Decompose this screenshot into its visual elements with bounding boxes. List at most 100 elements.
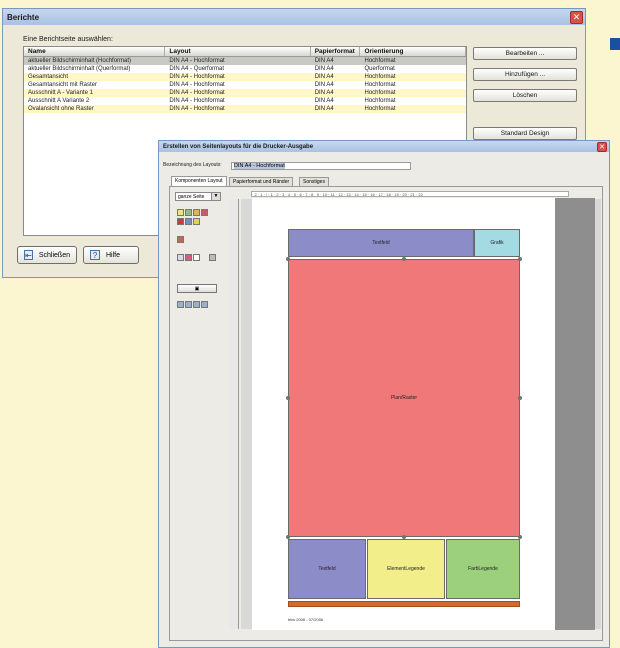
table-row[interactable]: Gesamtansicht DIN A4 - Hochformat DIN A4… [24,73,466,81]
cell-paper: DIN A4 [314,58,334,64]
add-button[interactable]: Hinzufügen ... [473,68,577,81]
table-header: Name Layout Papierformat Orientierung [24,47,466,57]
standard-design-button[interactable]: Standard Design [473,127,577,140]
align-left-icon[interactable] [177,301,184,308]
cell-orientation: Hochformat [364,58,396,64]
plan-tool-icon[interactable] [177,218,184,225]
vertical-ruler [229,199,239,629]
cell-layout: DIN A4 - Hochformat [169,106,225,112]
properties-button[interactable]: ▣ [177,284,217,293]
layout-name-value: DIN A4 - Hochformat [234,163,285,169]
align-bottom-icon[interactable] [201,301,208,308]
cell-name: Ausschnitt A Variante 2 [28,98,90,104]
textfeld-bottom-component[interactable]: Textfeld [288,539,366,599]
tab-misc[interactable]: Sonstiges [299,177,329,186]
delete-tool-icon[interactable] [177,236,184,243]
tab-paper-format[interactable]: Papierformat und Ränder [229,177,294,186]
element-legend-component[interactable]: ElementLegende [367,539,445,599]
cell-paper: DIN A4 [314,82,334,88]
cell-layout: DIN A4 - Hochformat [169,58,225,64]
resize-handle[interactable] [286,396,290,400]
help-button[interactable]: ? Hilfe [83,246,139,264]
footer-text: bkw 2006 - 07/2006 [288,617,324,622]
close-button[interactable]: ⇤ Schließen [17,246,77,264]
chevron-down-icon: ▼ [211,193,220,200]
delete-button[interactable]: Löschen [473,89,577,102]
image-tool-icon[interactable] [185,209,192,216]
resize-handle[interactable] [518,396,522,400]
designer-titlebar: Erstellen von Seitenlayouts für die Druc… [159,141,609,152]
text-tool-icon[interactable] [177,209,184,216]
column-header-layout[interactable]: Layout [165,47,311,56]
column-header-orientation[interactable]: Orientierung [360,47,466,56]
color-legend-tool-icon[interactable] [193,218,200,225]
table-row[interactable]: Ausschnitt A - Variante 1 DIN A4 - Hochf… [24,89,466,97]
select-report-label: Eine Berichtseite auswählen: [23,36,113,43]
window-title: Berichte [7,12,40,22]
cell-orientation: Querformat [364,66,395,72]
resize-handle[interactable] [286,257,290,261]
cell-paper: DIN A4 [314,74,334,80]
align-right-icon[interactable] [185,301,192,308]
copy-tool-icon[interactable] [177,254,184,261]
trash-icon[interactable] [209,254,216,261]
chart-tool-icon[interactable] [193,209,200,216]
cell-name: Gesamtansicht [28,74,69,80]
cell-layout: DIN A4 - Hochformat [169,74,225,80]
footer-bar-component[interactable] [288,601,520,607]
zoom-select[interactable]: ganze Seite ▼ [175,192,221,201]
grafik-component[interactable]: Grafik [474,229,520,257]
cell-orientation: Hochformat [364,98,396,104]
designer-window-title: Erstellen von Seitenlayouts für die Druc… [163,143,314,150]
cell-layout: DIN A4 - Querformat [169,66,225,72]
cell-layout: DIN A4 - Hochformat [169,82,225,88]
zoom-select-value: ganze Seite [178,194,205,200]
close-icon[interactable]: ✕ [570,10,583,24]
table-row[interactable]: Ausschnitt A Variante 2 DIN A4 - Hochfor… [24,97,466,105]
shape-tool-icon[interactable] [201,209,208,216]
help-button-label: Hilfe [106,251,121,259]
edit-button[interactable]: Bearbeiten ... [473,47,577,60]
cell-name: Gesamtansicht mit Raster [28,82,98,88]
background-accent-block [610,38,620,50]
layout-designer-window: Erstellen von Seitenlayouts für die Druc… [158,140,610,648]
column-header-name[interactable]: Name [24,47,166,56]
table-row[interactable]: aktueller Bildschirminhalt (Querformat) … [24,65,466,73]
cell-layout: DIN A4 - Hochformat [169,98,225,104]
layout-name-field[interactable]: DIN A4 - Hochformat [231,162,411,170]
cell-layout: DIN A4 - Hochformat [169,90,225,96]
cell-orientation: Hochformat [364,82,396,88]
exit-icon: ⇤ [24,250,33,260]
layout-name-label: Bezeichnung des Layouts: [163,162,222,168]
resize-handle[interactable] [518,257,522,261]
cell-paper: DIN A4 [314,90,334,96]
cell-name: aktueller Bildschirminhalt (Querformat) [28,66,131,72]
cell-paper: DIN A4 [314,106,334,112]
textfeld-top-component[interactable]: Textfeld [288,229,474,257]
legend-tool-icon[interactable] [185,218,192,225]
plan-raster-component[interactable]: Plan/Raster [288,259,520,537]
cell-orientation: Hochformat [364,90,396,96]
cell-name: Ovalansicht ohne Raster [28,106,94,112]
table-row[interactable]: Gesamtansicht mit Raster DIN A4 - Hochfo… [24,81,466,89]
color-legend-component[interactable]: FarbLegende [446,539,520,599]
resize-handle[interactable] [402,257,406,261]
cell-orientation: Hochformat [364,74,396,80]
question-icon: ? [90,250,100,260]
column-header-paper[interactable]: Papierformat [311,47,361,56]
tab-component-layout[interactable]: Komponenten Layout [171,176,227,186]
cell-name: Ausschnitt A - Variante 1 [28,90,93,96]
table-row[interactable]: aktueller Bildschirminhalt (Hochformat) … [24,57,466,65]
align-top-icon[interactable] [193,301,200,308]
table-row[interactable]: Ovalansicht ohne Raster DIN A4 - Hochfor… [24,105,466,113]
cell-orientation: Hochformat [364,106,396,112]
select-tool-icon[interactable] [193,254,200,261]
horizontal-ruler: · 2 · 1 · ¦ · 1 · 2 · 3 · 4 · 5 · 6 · 7 … [251,191,569,197]
page-margin-area [555,198,595,630]
designer-close-icon[interactable]: ✕ [597,141,607,152]
paste-tool-icon[interactable] [185,254,192,261]
cell-name: aktueller Bildschirminhalt (Hochformat) [28,58,132,64]
reports-titlebar: Berichte ✕ [3,9,585,25]
close-button-label: Schließen [38,251,70,259]
cell-paper: DIN A4 [314,66,334,72]
